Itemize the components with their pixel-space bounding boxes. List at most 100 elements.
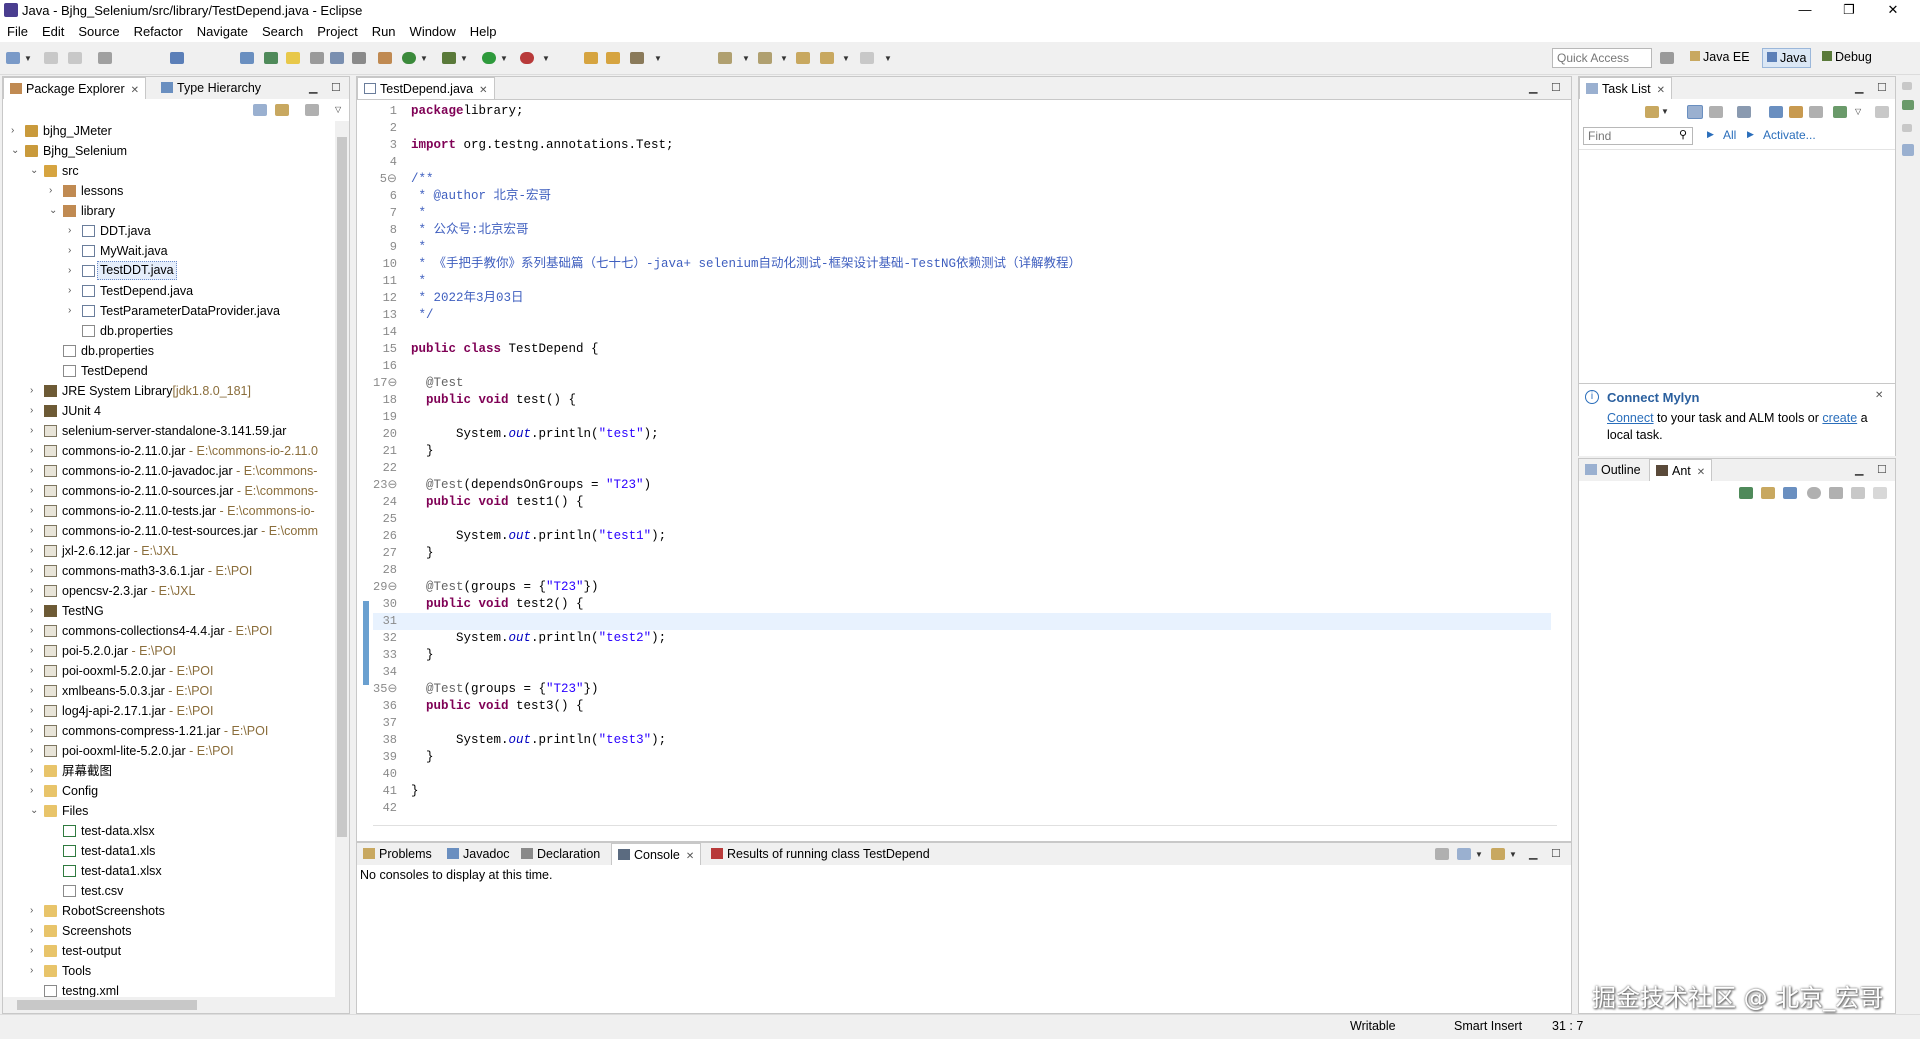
back-dropdown-icon[interactable]: ▼: [842, 54, 850, 63]
menu-edit[interactable]: Edit: [35, 22, 71, 39]
maximize-icon[interactable]: ☐: [1877, 463, 1887, 476]
view-menu-icon[interactable]: ▽: [335, 105, 341, 114]
code-line[interactable]: 7 *: [373, 205, 1551, 222]
close-icon[interactable]: ✕: [479, 85, 487, 96]
terminal-icon[interactable]: [170, 52, 184, 64]
code-line[interactable]: 8 * 公众号:北京宏哥: [373, 222, 1551, 239]
code-line[interactable]: 2: [373, 120, 1551, 137]
task-repositories-icon[interactable]: [1902, 144, 1914, 156]
code-line[interactable]: 1 packagelibrary;: [373, 103, 1551, 120]
code-line[interactable]: 15 public class TestDepend {: [373, 341, 1551, 358]
code-line[interactable]: 3 import org.testng.annotations.Test;: [373, 137, 1551, 154]
word-wrap-icon[interactable]: [352, 52, 366, 64]
quick-access-input[interactable]: Quick Access: [1552, 48, 1652, 68]
minimize-icon[interactable]: ▁: [1855, 463, 1863, 476]
scrollbar-thumb[interactable]: [337, 137, 347, 837]
code-line[interactable]: 17⊖ @Test: [373, 375, 1551, 392]
all-link[interactable]: All: [1723, 128, 1736, 142]
collapsed-arrow-icon[interactable]: ›: [30, 561, 40, 581]
collapsed-arrow-icon[interactable]: ›: [30, 501, 40, 521]
collapsed-arrow-icon[interactable]: ›: [30, 701, 40, 721]
forward-icon[interactable]: [860, 52, 874, 64]
display-console-dropdown-icon[interactable]: ▼: [1475, 850, 1483, 859]
code-line[interactable]: 28: [373, 562, 1551, 579]
collapsed-arrow-icon[interactable]: ›: [30, 381, 40, 401]
previous-annotation-icon[interactable]: [758, 52, 772, 64]
collapsed-arrow-icon[interactable]: ›: [30, 521, 40, 541]
new-class-dropdown-icon[interactable]: ▼: [420, 54, 428, 63]
code-line[interactable]: 35⊖ @Test(groups = {"T23"}): [373, 681, 1551, 698]
back-icon[interactable]: [820, 52, 834, 64]
toggle-block-icon[interactable]: [310, 52, 324, 64]
open-folder-icon[interactable]: [584, 52, 598, 64]
show-ui-legend-icon[interactable]: [1833, 106, 1847, 118]
debug-dropdown-icon[interactable]: ▼: [460, 54, 468, 63]
maximize-button[interactable]: ❐: [1834, 2, 1864, 18]
code-line[interactable]: 5⊖ /**: [373, 171, 1551, 188]
find-input[interactable]: Find: [1583, 127, 1693, 145]
collapsed-arrow-icon[interactable]: ›: [30, 581, 40, 601]
menu-project[interactable]: Project: [310, 22, 364, 39]
open-type-icon[interactable]: [240, 52, 254, 64]
code-line[interactable]: 6 * @author 北京-宏哥: [373, 188, 1551, 205]
code-line[interactable]: 36 public void test3() {: [373, 698, 1551, 715]
focus-icon[interactable]: [305, 104, 319, 116]
collapsed-arrow-icon[interactable]: ›: [11, 121, 21, 141]
code-line[interactable]: 29⊖ @Test(groups = {"T23"}): [373, 579, 1551, 596]
connect-link[interactable]: Connect: [1607, 411, 1654, 425]
save-all-icon[interactable]: [68, 52, 82, 64]
code-line[interactable]: 26 System.out.println("test1");: [373, 528, 1551, 545]
maximize-icon[interactable]: ☐: [331, 81, 341, 94]
maximize-icon[interactable]: ☐: [1551, 81, 1561, 94]
git-repositories-icon[interactable]: [1902, 100, 1914, 110]
perspective-java[interactable]: Java: [1762, 48, 1812, 68]
open-console-dropdown-icon[interactable]: ▼: [1509, 850, 1517, 859]
code-line[interactable]: 32 System.out.println("test2");: [373, 630, 1551, 647]
menu-help[interactable]: Help: [463, 22, 504, 39]
code-line[interactable]: 33 }: [373, 647, 1551, 664]
maximize-icon[interactable]: ☐: [1551, 847, 1561, 860]
close-icon[interactable]: ✕: [686, 851, 694, 862]
tab-problems[interactable]: Problems: [357, 843, 438, 865]
forward-dropdown-icon[interactable]: ▼: [884, 54, 892, 63]
code-line[interactable]: 30 public void test2() {: [373, 596, 1551, 613]
editor-vertical-scrollbar[interactable]: [1557, 101, 1571, 821]
open-console-icon[interactable]: [1491, 848, 1505, 860]
code-line[interactable]: 12 * 2022年3月03日: [373, 290, 1551, 307]
menu-refactor[interactable]: Refactor: [127, 22, 190, 39]
code-line[interactable]: 23⊖ @Test(dependsOnGroups = "T23"): [373, 477, 1551, 494]
collapsed-arrow-icon[interactable]: ›: [68, 241, 78, 261]
collapsed-arrow-icon[interactable]: ›: [30, 541, 40, 561]
code-line[interactable]: 38 System.out.println("test3");: [373, 732, 1551, 749]
new-task-icon[interactable]: [1645, 106, 1659, 118]
code-line[interactable]: 9 *: [373, 239, 1551, 256]
link-with-editor-icon[interactable]: [275, 104, 289, 116]
display-console-icon[interactable]: [1457, 848, 1471, 860]
hide-internal-targets-icon[interactable]: [1783, 487, 1797, 499]
search-dropdown-icon[interactable]: ▼: [654, 54, 662, 63]
collapsed-arrow-icon[interactable]: ›: [30, 621, 40, 641]
new-icon[interactable]: [6, 52, 20, 64]
collapsed-arrow-icon[interactable]: ›: [30, 741, 40, 761]
save-icon[interactable]: [44, 52, 58, 64]
tab-console[interactable]: Console ✕: [611, 843, 702, 865]
run-icon[interactable]: [482, 52, 496, 64]
code-line[interactable]: 22: [373, 460, 1551, 477]
code-line[interactable]: 41}: [373, 783, 1551, 800]
collapsed-arrow-icon[interactable]: ›: [30, 901, 40, 921]
new-class-icon[interactable]: [402, 52, 416, 64]
code-line[interactable]: 31: [373, 613, 1551, 630]
code-line[interactable]: 25: [373, 511, 1551, 528]
open-file-icon[interactable]: [606, 52, 620, 64]
open-task-icon[interactable]: [264, 52, 278, 64]
new-dropdown-icon[interactable]: ▼: [24, 54, 32, 63]
tree-vertical-scrollbar[interactable]: [335, 121, 349, 997]
collapsed-arrow-icon[interactable]: ›: [30, 401, 40, 421]
code-line[interactable]: 42: [373, 800, 1551, 817]
synchronize-icon[interactable]: [1789, 106, 1803, 118]
minimize-icon[interactable]: ▁: [1529, 847, 1537, 860]
remove-all-icon[interactable]: [1851, 487, 1865, 499]
collapsed-arrow-icon[interactable]: ›: [30, 481, 40, 501]
show-whitespace-icon[interactable]: [330, 52, 344, 64]
collapsed-arrow-icon[interactable]: ›: [30, 681, 40, 701]
